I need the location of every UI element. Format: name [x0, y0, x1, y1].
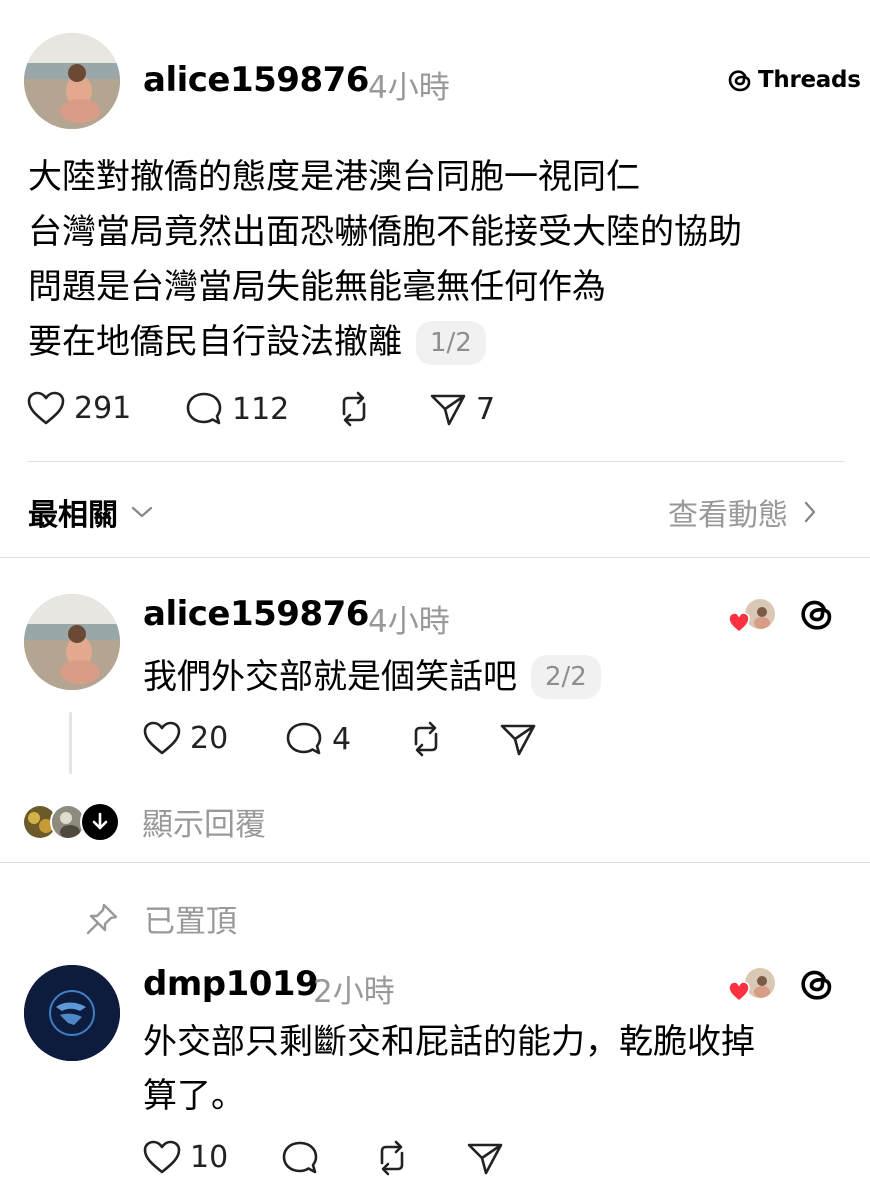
- comment-icon: [286, 722, 322, 755]
- threads-label: Threads: [758, 67, 861, 93]
- avatar[interactable]: [24, 594, 120, 690]
- author-liked-badge: [727, 597, 779, 633]
- heart-icon: [27, 391, 65, 425]
- divider: [28, 461, 844, 462]
- show-replies-label: 顯示回覆: [142, 807, 266, 843]
- threads-icon: [801, 600, 832, 630]
- repost-icon: [414, 721, 438, 757]
- thread-line: [69, 712, 72, 774]
- post-line: 問題是台灣當局失能無能毫無任何作為: [28, 267, 606, 307]
- comment-button[interactable]: 4: [284, 720, 351, 758]
- pin-icon: [86, 903, 118, 934]
- red-heart-icon: [728, 612, 750, 633]
- post-username[interactable]: alice159876: [143, 60, 369, 100]
- sort-label: 最相關: [28, 498, 118, 533]
- comment-button[interactable]: 112: [184, 390, 289, 428]
- thread-pager: 1/2: [416, 320, 486, 365]
- pinned-label-row: 已置頂: [84, 896, 237, 941]
- post-line: 要在地僑民自行設法撤離: [28, 322, 402, 362]
- avatar[interactable]: [24, 965, 120, 1061]
- sort-dropdown[interactable]: 最相關: [28, 490, 154, 534]
- repost-icon: [380, 1140, 404, 1176]
- reply-username[interactable]: dmp1019: [143, 964, 319, 1004]
- heart-icon: [143, 1140, 181, 1174]
- like-button[interactable]: 20: [142, 720, 228, 756]
- like-button[interactable]: 291: [26, 390, 131, 426]
- comment-button[interactable]: [280, 1139, 320, 1177]
- avatar[interactable]: [24, 33, 120, 129]
- thread-pager: 2/2: [531, 655, 601, 699]
- like-count: 20: [190, 720, 229, 756]
- comment-count: 112: [232, 391, 290, 427]
- comment-icon: [186, 392, 222, 425]
- reply-username[interactable]: alice159876: [143, 594, 369, 634]
- view-activity-label: 查看動態: [668, 498, 788, 533]
- threads-icon: [728, 70, 751, 92]
- like-button[interactable]: 10: [142, 1139, 228, 1175]
- reply-text-line: 外交部只剩斷交和屁話的能力，乾脆收掉: [143, 1022, 755, 1062]
- repost-button[interactable]: [372, 1139, 412, 1177]
- heart-icon: [143, 721, 181, 755]
- divider: [0, 557, 870, 558]
- send-icon: [467, 1143, 503, 1175]
- reply-body: 我們外交部就是個笑話吧 2/2: [143, 652, 601, 702]
- post-line: 台灣當局竟然出面恐嚇僑胞不能接受大陸的協助: [28, 212, 742, 252]
- post-time: 4小時: [368, 70, 450, 106]
- share-count: 7: [476, 391, 496, 427]
- reply-text-line: 算了。: [143, 1076, 245, 1116]
- post-body: 大陸對撤僑的態度是港澳台同胞一視同仁 台灣當局竟然出面恐嚇僑胞不能接受大陸的協助…: [28, 150, 858, 370]
- reply-time: 4小時: [368, 604, 450, 640]
- comment-icon: [282, 1141, 318, 1174]
- like-count: 291: [74, 390, 132, 426]
- threads-logo[interactable]: Threads: [728, 67, 861, 93]
- reply-body: 外交部只剩斷交和屁話的能力，乾脆收掉 算了。: [143, 1015, 843, 1123]
- chevron-right-icon: [804, 501, 816, 523]
- share-button[interactable]: [498, 720, 538, 758]
- author-liked-badge: [727, 966, 779, 1002]
- send-icon: [430, 394, 466, 426]
- repost-icon: [342, 391, 366, 427]
- reply-time: 2小時: [313, 974, 395, 1010]
- repost-button[interactable]: [406, 720, 446, 758]
- reply-text: 我們外交部就是個笑話吧: [143, 657, 517, 697]
- pinned-label: 已置頂: [144, 904, 237, 940]
- threads-button[interactable]: [800, 596, 834, 636]
- comment-count: 4: [332, 721, 352, 757]
- arrow-down-icon: [80, 801, 120, 842]
- divider: [0, 862, 870, 863]
- threads-icon: [801, 970, 832, 1000]
- repost-button[interactable]: [334, 390, 374, 428]
- send-icon: [500, 724, 536, 756]
- show-replies-button[interactable]: 顯示回覆: [22, 799, 266, 844]
- share-button[interactable]: 7: [428, 390, 495, 428]
- threads-button[interactable]: [800, 966, 834, 1006]
- chevron-down-icon: [131, 506, 153, 518]
- post-line: 大陸對撤僑的態度是港澳台同胞一視同仁: [28, 157, 640, 197]
- view-activity-link[interactable]: 查看動態: [668, 490, 818, 534]
- red-heart-icon: [728, 981, 750, 1002]
- share-button[interactable]: [465, 1139, 505, 1177]
- like-count: 10: [190, 1139, 229, 1175]
